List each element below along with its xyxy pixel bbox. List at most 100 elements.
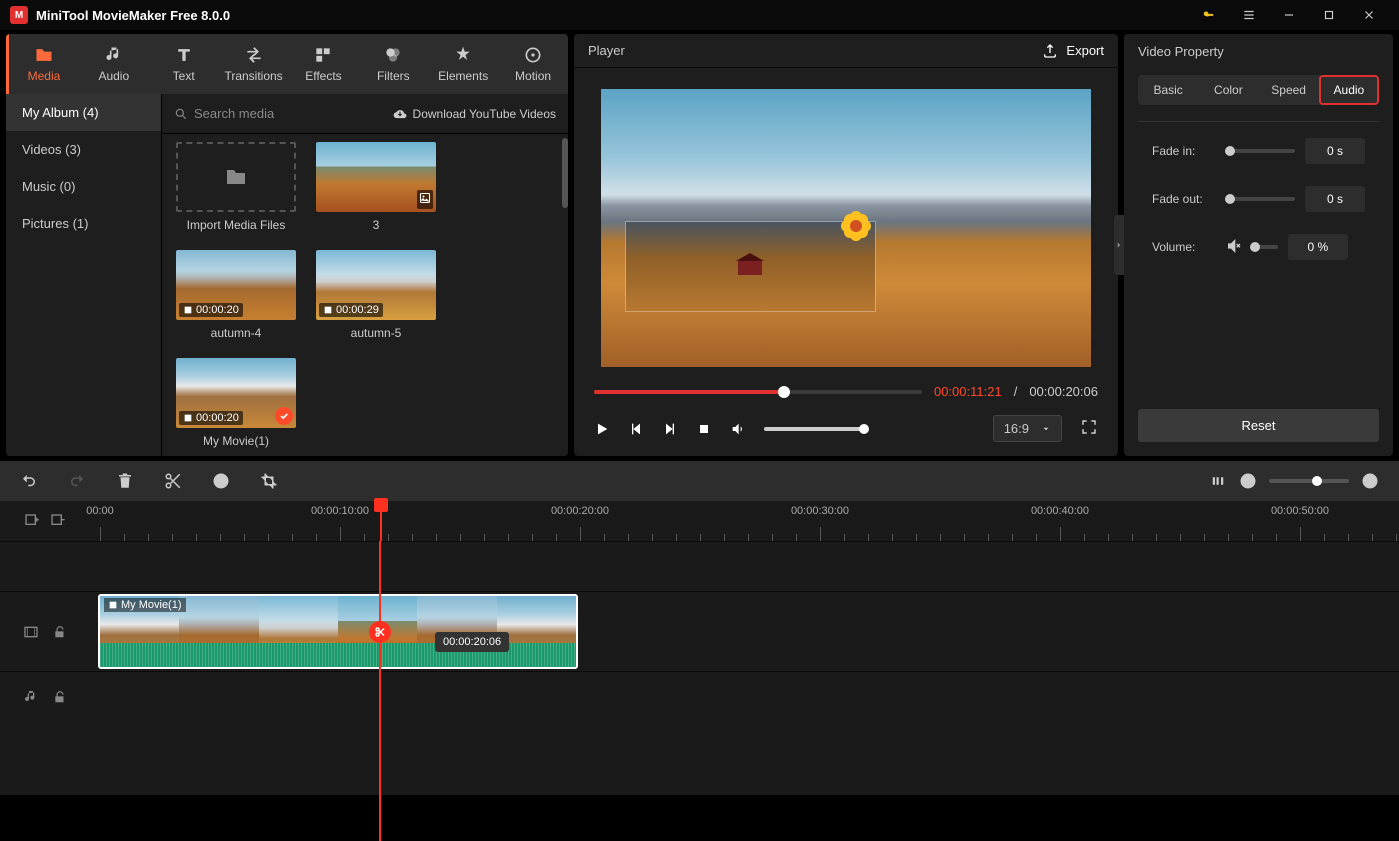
timeline-ruler[interactable]: 00:0000:00:10:0000:00:20:0000:00:30:0000… — [90, 501, 1399, 541]
fade-in-row: Fade in: 0 s — [1152, 138, 1365, 164]
ruler-label: 00:00:10:00 — [311, 505, 369, 517]
undo-button[interactable] — [20, 472, 38, 490]
media-item[interactable]: 00:00:29 autumn-5 — [316, 250, 436, 340]
prev-button[interactable] — [628, 421, 644, 437]
video-track[interactable]: My Movie(1) 00:00:20:06 — [0, 591, 1399, 671]
tab-text[interactable]: Text — [149, 34, 219, 94]
license-key-icon[interactable] — [1189, 0, 1229, 30]
search-icon — [174, 107, 188, 121]
tab-motion[interactable]: Motion — [498, 34, 568, 94]
tab-filters[interactable]: Filters — [358, 34, 428, 94]
timeline-toolbar — [0, 461, 1399, 501]
close-icon[interactable] — [1349, 0, 1389, 30]
volume-slider[interactable] — [764, 427, 864, 431]
play-button[interactable] — [594, 421, 610, 437]
download-youtube-button[interactable]: Download YouTube Videos — [393, 107, 556, 121]
volume-row: Volume: 0 % — [1152, 234, 1365, 260]
remove-track-icon[interactable] — [50, 513, 66, 529]
fade-out-row: Fade out: 0 s — [1152, 186, 1365, 212]
split-handle[interactable] — [369, 621, 391, 643]
ruler-label: 00:00:40:00 — [1031, 505, 1089, 517]
tab-motion-label: Motion — [515, 69, 551, 83]
collapse-handle[interactable] — [1114, 215, 1124, 275]
media-item[interactable]: 3 — [316, 142, 436, 232]
volume-icon[interactable] — [730, 421, 746, 437]
folder-icon — [224, 165, 248, 189]
stop-button[interactable] — [696, 421, 712, 437]
music-track-icon — [23, 689, 39, 705]
tab-transitions-label: Transitions — [224, 69, 282, 83]
zoom-in-button[interactable] — [1361, 472, 1379, 490]
flower-element — [841, 211, 871, 241]
minimize-icon[interactable] — [1269, 0, 1309, 30]
media-panel: Media Audio Text Transitions Effects Fil… — [6, 34, 568, 456]
mute-icon[interactable] — [1226, 238, 1242, 257]
tab-media[interactable]: Media — [6, 34, 79, 94]
tab-elements[interactable]: Elements — [428, 34, 498, 94]
timeline-playhead[interactable] — [379, 541, 381, 841]
export-label: Export — [1066, 43, 1104, 58]
tab-audio-label: Audio — [98, 69, 129, 83]
property-tabs: Basic Color Speed Audio — [1138, 75, 1379, 105]
volume-prop-value[interactable]: 0 % — [1288, 234, 1348, 260]
menu-icon[interactable] — [1229, 0, 1269, 30]
media-scrollbar[interactable] — [562, 138, 568, 208]
aspect-ratio-value: 16:9 — [1004, 421, 1029, 436]
add-track-icon[interactable] — [24, 513, 40, 529]
ruler-playhead[interactable] — [380, 501, 382, 541]
video-preview[interactable] — [601, 89, 1091, 367]
sidebar-item-videos[interactable]: Videos (3) — [6, 131, 161, 168]
media-item[interactable]: 00:00:20 autumn-4 — [176, 250, 296, 340]
overlay-track[interactable] — [0, 541, 1399, 591]
sidebar-item-pictures[interactable]: Pictures (1) — [6, 205, 161, 242]
tab-audio[interactable]: Audio — [79, 34, 149, 94]
ruler-label: 00:00 — [86, 505, 114, 517]
image-icon — [417, 190, 433, 209]
timeline-row-controls — [0, 501, 90, 541]
speed-button[interactable] — [212, 472, 230, 490]
film-icon — [183, 305, 193, 315]
ruler-label: 00:00:50:00 — [1271, 505, 1329, 517]
total-time: 00:00:20:06 — [1029, 384, 1098, 399]
delete-button[interactable] — [116, 472, 134, 490]
fullscreen-button[interactable] — [1080, 418, 1098, 439]
split-button[interactable] — [164, 472, 182, 490]
fade-out-slider[interactable] — [1226, 197, 1295, 201]
seek-slider[interactable] — [594, 390, 922, 394]
main-tabs: Media Audio Text Transitions Effects Fil… — [6, 34, 568, 94]
tab-color[interactable]: Color — [1198, 75, 1258, 105]
fade-in-slider[interactable] — [1226, 149, 1295, 153]
fade-out-value[interactable]: 0 s — [1305, 186, 1365, 212]
unlock-icon[interactable] — [53, 690, 67, 704]
tab-transitions[interactable]: Transitions — [219, 34, 289, 94]
import-media-button[interactable]: Import Media Files — [176, 142, 296, 232]
tab-effects[interactable]: Effects — [289, 34, 359, 94]
aspect-ratio-select[interactable]: 16:9 — [993, 415, 1062, 442]
redo-button[interactable] — [68, 472, 86, 490]
unlock-icon[interactable] — [53, 625, 67, 639]
export-button[interactable]: Export — [1042, 43, 1104, 59]
maximize-icon[interactable] — [1309, 0, 1349, 30]
reset-button[interactable]: Reset — [1138, 409, 1379, 442]
film-icon — [323, 305, 333, 315]
tab-basic[interactable]: Basic — [1138, 75, 1198, 105]
tab-filters-label: Filters — [377, 69, 410, 83]
fade-in-value[interactable]: 0 s — [1305, 138, 1365, 164]
tab-elements-label: Elements — [438, 69, 488, 83]
next-button[interactable] — [662, 421, 678, 437]
media-item[interactable]: 00:00:20 My Movie(1) — [176, 358, 296, 448]
current-time: 00:00:11:21 — [934, 384, 1002, 399]
zoom-out-button[interactable] — [1239, 472, 1257, 490]
crop-button[interactable] — [260, 472, 278, 490]
volume-prop-slider[interactable] — [1252, 245, 1278, 249]
sidebar-item-music[interactable]: Music (0) — [6, 168, 161, 205]
zoom-slider[interactable] — [1269, 479, 1349, 483]
sidebar-item-myalbum[interactable]: My Album (4) — [6, 94, 161, 131]
search-input[interactable]: Search media — [174, 106, 385, 121]
audio-track[interactable] — [0, 671, 1399, 721]
timeline: 00:0000:00:10:0000:00:20:0000:00:30:0000… — [0, 460, 1399, 795]
tab-speed[interactable]: Speed — [1259, 75, 1319, 105]
tab-audio-prop[interactable]: Audio — [1319, 75, 1379, 105]
check-icon — [275, 407, 293, 425]
fit-zoom-icon[interactable] — [1209, 472, 1227, 490]
